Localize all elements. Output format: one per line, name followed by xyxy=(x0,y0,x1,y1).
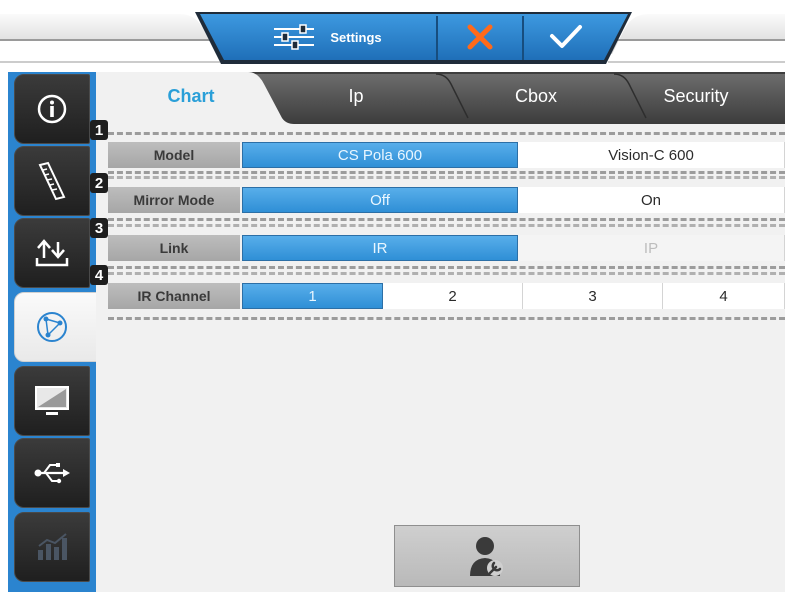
row-divider xyxy=(108,132,785,135)
link-option-ir[interactable]: IR xyxy=(242,235,518,261)
ir-channel-option-4[interactable]: 4 xyxy=(663,283,785,309)
sliders-icon xyxy=(274,24,315,50)
row-number-badge: 4 xyxy=(90,265,108,285)
sidebar xyxy=(8,72,100,592)
sidebar-item-statistics[interactable] xyxy=(14,512,90,582)
content-panel: Chart Ip Cbox Security 1 Model CS Pola 6… xyxy=(90,72,785,592)
ir-channel-option-1[interactable]: 1 xyxy=(242,283,383,309)
row-divider xyxy=(108,272,785,275)
confirm-button[interactable] xyxy=(524,14,608,60)
sidebar-item-ruler[interactable] xyxy=(14,146,90,216)
row-divider xyxy=(108,317,785,320)
check-icon xyxy=(550,25,582,48)
link-option-ip: IP xyxy=(518,235,785,261)
sidebar-item-network[interactable] xyxy=(14,292,100,362)
mirror-mode-option-on[interactable]: On xyxy=(518,187,785,213)
transfer-icon xyxy=(35,239,69,267)
tab-ip[interactable]: Ip xyxy=(286,72,426,120)
network-icon xyxy=(37,312,67,342)
info-icon xyxy=(37,94,67,124)
tab-chart[interactable]: Chart xyxy=(116,72,266,120)
top-toolbar: Settings xyxy=(0,0,785,72)
ir-channel-label: IR Channel xyxy=(108,283,240,309)
row-divider xyxy=(108,218,785,221)
row-divider xyxy=(108,171,785,174)
model-label: Model xyxy=(108,142,240,168)
link-row: Link IR IP xyxy=(108,235,785,261)
usb-icon xyxy=(34,463,70,484)
close-icon xyxy=(467,24,493,50)
settings-button[interactable]: Settings xyxy=(218,14,436,60)
row-divider xyxy=(108,176,785,179)
ir-channel-option-3[interactable]: 3 xyxy=(523,283,663,309)
tab-security[interactable]: Security xyxy=(606,72,785,120)
model-option-vision-c-600[interactable]: Vision-C 600 xyxy=(518,142,785,168)
mirror-mode-row: Mirror Mode Off On xyxy=(108,187,785,213)
chart-icon xyxy=(38,533,67,560)
row-divider xyxy=(108,224,785,227)
service-button[interactable] xyxy=(394,525,580,587)
row-number-badge: 1 xyxy=(90,120,108,140)
sidebar-item-display[interactable] xyxy=(14,366,90,436)
model-row: Model CS Pola 600 Vision-C 600 xyxy=(108,142,785,168)
row-number-badge: 2 xyxy=(90,173,108,193)
sidebar-item-info[interactable] xyxy=(14,74,90,144)
app-window: Settings Chart Ip Cbox Security 1 Model … xyxy=(0,0,785,592)
service-technician-icon xyxy=(470,537,503,576)
tab-cbox[interactable]: Cbox xyxy=(476,72,596,120)
mirror-mode-label: Mirror Mode xyxy=(108,187,240,213)
model-option-cs-pola-600[interactable]: CS Pola 600 xyxy=(242,142,518,168)
mirror-mode-option-off[interactable]: Off xyxy=(242,187,518,213)
sidebar-item-transfer[interactable] xyxy=(14,218,90,288)
row-divider xyxy=(108,266,785,269)
display-icon xyxy=(35,386,69,415)
cancel-button[interactable] xyxy=(438,14,522,60)
ir-channel-option-2[interactable]: 2 xyxy=(383,283,523,309)
sidebar-item-usb[interactable] xyxy=(14,438,90,508)
link-label: Link xyxy=(108,235,240,261)
ir-channel-row: IR Channel 1 2 3 4 xyxy=(108,283,785,309)
row-number-badge: 3 xyxy=(90,218,108,238)
ruler-icon xyxy=(38,161,66,201)
settings-label: Settings xyxy=(330,29,382,45)
